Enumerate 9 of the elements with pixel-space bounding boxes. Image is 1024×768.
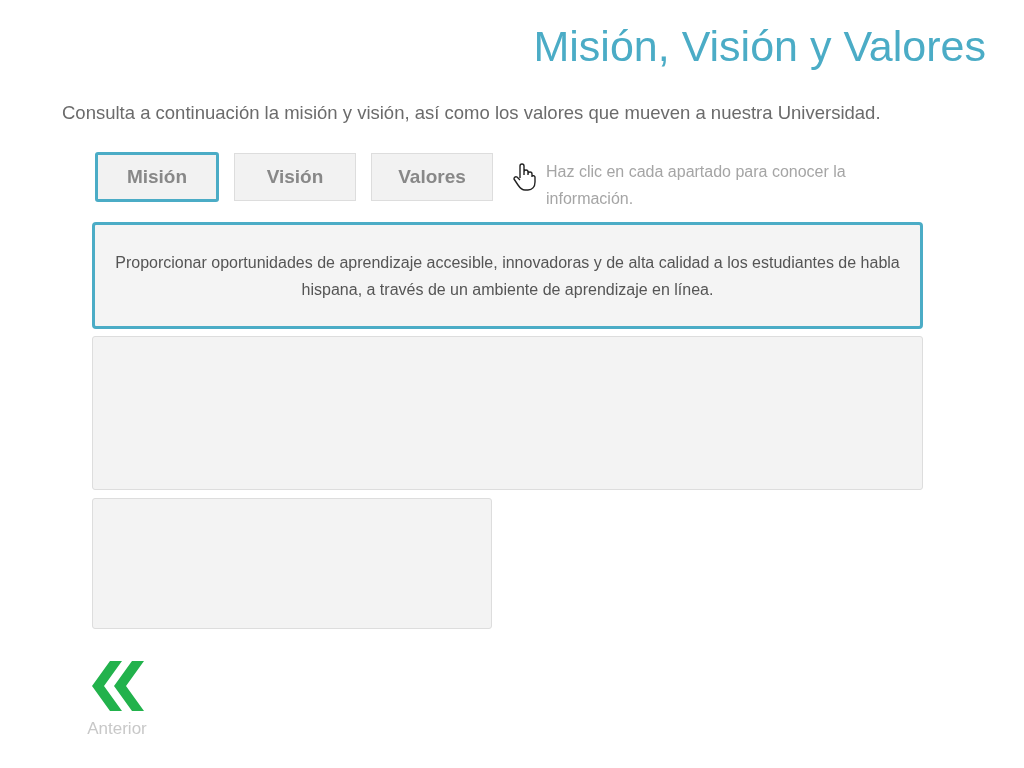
double-chevron-left-icon[interactable] — [90, 661, 144, 711]
hint-text: Haz clic en cada apartado para conocer la información. — [546, 162, 847, 209]
content-text: Proporcionar oportunidades de aprendizaje accesible, innovadoras y de alta calidad a los estudiantes de habla hispana, a través de un ambiente de aprendizaje en línea. — [114, 252, 901, 300]
page-title: Misión, Visión y Valores — [532, 21, 986, 72]
tab[interactable]: Valores — [371, 153, 493, 201]
intro-text: Consulta a continuación la misión y visión, así como los valores que mueven a nuestra Universidad. — [62, 101, 882, 125]
tab[interactable]: Misión — [95, 152, 219, 202]
pointer-hand-icon — [512, 162, 536, 192]
tab[interactable]: Visión — [234, 153, 356, 201]
